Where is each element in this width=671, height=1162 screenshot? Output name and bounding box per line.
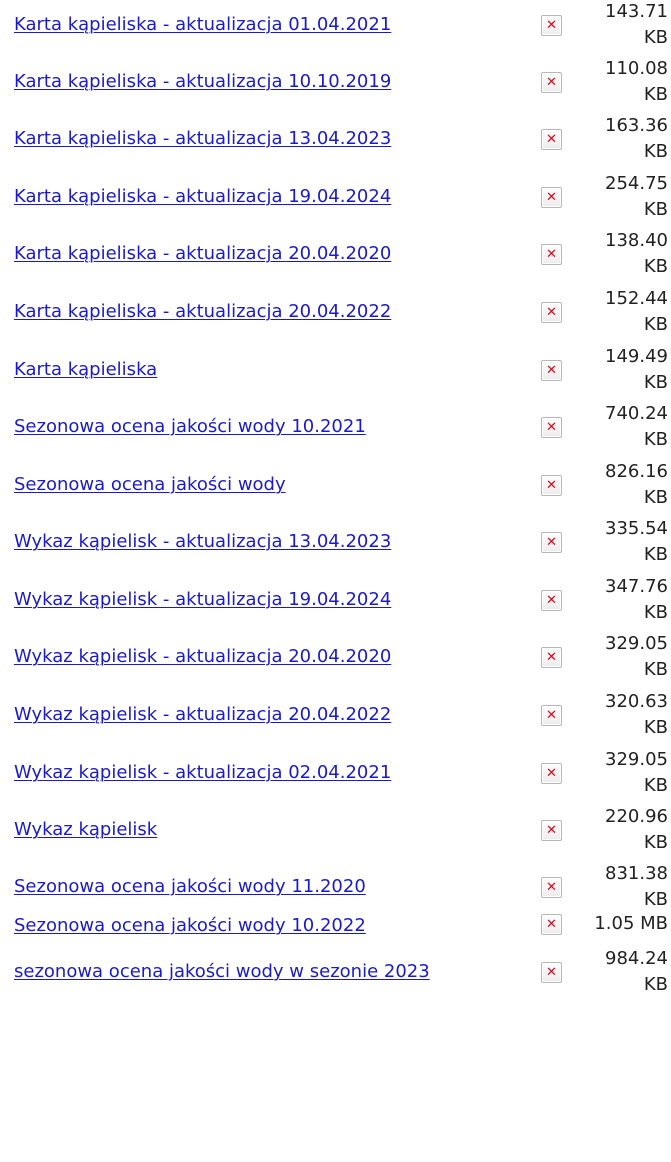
file-size: 254.75 KB xyxy=(605,173,668,220)
broken-image-icon[interactable]: ✕ xyxy=(541,705,562,726)
broken-image-icon[interactable]: ✕ xyxy=(541,647,562,668)
attachment-row: Karta kąpieliska - aktualizacja 20.04.20… xyxy=(0,287,671,345)
attachment-link[interactable]: Karta kąpieliska - aktualizacja 20.04.20… xyxy=(14,242,391,266)
attachment-row: sezonowa ocena jakości wody w sezonie 20… xyxy=(0,947,671,1007)
file-size: 143.71 KB xyxy=(605,1,668,48)
broken-image-icon[interactable]: ✕ xyxy=(541,763,562,784)
file-size: 220.96 KB xyxy=(605,806,668,853)
broken-image-icon[interactable]: ✕ xyxy=(541,820,562,841)
file-size: 329.05 KB xyxy=(605,633,668,680)
attachment-row: Wykaz kąpielisk - aktualizacja 20.04.202… xyxy=(0,632,671,690)
attachment-link[interactable]: Wykaz kąpielisk xyxy=(14,818,157,842)
attachment-link[interactable]: Wykaz kąpielisk - aktualizacja 20.04.202… xyxy=(14,645,391,669)
attachment-list: Karta kąpieliska - aktualizacja 01.04.20… xyxy=(0,0,671,1007)
attachment-row: Karta kąpieliska ✕ 149.49 KB xyxy=(0,345,671,402)
file-size: 149.49 KB xyxy=(605,346,668,393)
attachment-row: Karta kąpieliska - aktualizacja 01.04.20… xyxy=(0,0,671,57)
file-size: 163.36 KB xyxy=(605,115,668,162)
broken-image-icon[interactable]: ✕ xyxy=(541,475,562,496)
attachment-link[interactable]: Wykaz kąpielisk - aktualizacja 13.04.202… xyxy=(14,530,391,554)
attachment-link[interactable]: Sezonowa ocena jakości wody 10.2021 xyxy=(14,415,366,439)
broken-image-icon[interactable]: ✕ xyxy=(541,15,562,36)
attachment-row: Wykaz kąpielisk - aktualizacja 13.04.202… xyxy=(0,517,671,575)
attachment-row: Sezonowa ocena jakości wody ✕ 826.16 KB xyxy=(0,460,671,517)
attachment-link[interactable]: sezonowa ocena jakości wody w sezonie 20… xyxy=(14,960,430,984)
broken-image-icon[interactable]: ✕ xyxy=(541,244,562,265)
attachment-link[interactable]: Wykaz kąpielisk - aktualizacja 02.04.202… xyxy=(14,761,391,785)
attachment-row: Karta kąpieliska - aktualizacja 19.04.20… xyxy=(0,172,671,229)
file-size: 320.63 KB xyxy=(605,691,668,738)
file-size: 740.24 KB xyxy=(605,403,668,450)
attachment-link[interactable]: Karta kąpieliska - aktualizacja 20.04.20… xyxy=(14,300,391,324)
broken-image-icon[interactable]: ✕ xyxy=(541,590,562,611)
broken-image-icon[interactable]: ✕ xyxy=(541,877,562,898)
file-size: 831.38 KB xyxy=(605,863,668,910)
broken-image-icon[interactable]: ✕ xyxy=(541,360,562,381)
attachment-link[interactable]: Wykaz kąpielisk - aktualizacja 20.04.202… xyxy=(14,703,391,727)
attachment-row: Wykaz kąpielisk - aktualizacja 20.04.202… xyxy=(0,690,671,748)
attachment-row: Wykaz kąpielisk - aktualizacja 19.04.202… xyxy=(0,575,671,632)
attachment-row: Wykaz kąpielisk ✕ 220.96 KB xyxy=(0,805,671,862)
attachment-row: Karta kąpieliska - aktualizacja 20.04.20… xyxy=(0,229,671,287)
attachment-link[interactable]: Sezonowa ocena jakości wody xyxy=(14,473,286,497)
file-size: 152.44 KB xyxy=(605,288,668,335)
broken-image-icon[interactable]: ✕ xyxy=(541,187,562,208)
attachment-row: Sezonowa ocena jakości wody 10.2021 ✕ 74… xyxy=(0,402,671,460)
attachment-link[interactable]: Karta kąpieliska - aktualizacja 13.04.20… xyxy=(14,127,391,151)
file-size: 347.76 KB xyxy=(605,576,668,623)
broken-image-icon[interactable]: ✕ xyxy=(541,914,562,935)
broken-image-icon[interactable]: ✕ xyxy=(541,129,562,150)
file-size: 110.08 KB xyxy=(605,58,668,105)
attachment-link[interactable]: Sezonowa ocena jakości wody 11.2020 xyxy=(14,875,366,899)
attachment-row: Sezonowa ocena jakości wody 11.2020 ✕ 83… xyxy=(0,862,671,910)
attachment-link[interactable]: Sezonowa ocena jakości wody 10.2022 xyxy=(14,914,366,938)
file-size: 1.05 MB xyxy=(594,913,668,934)
attachment-row: Karta kąpieliska - aktualizacja 10.10.20… xyxy=(0,57,671,114)
broken-image-icon[interactable]: ✕ xyxy=(541,532,562,553)
attachment-row: Wykaz kąpielisk - aktualizacja 02.04.202… xyxy=(0,748,671,805)
broken-image-icon[interactable]: ✕ xyxy=(541,302,562,323)
file-size: 826.16 KB xyxy=(605,461,668,508)
broken-image-icon[interactable]: ✕ xyxy=(541,72,562,93)
file-size: 984.24 KB xyxy=(605,948,668,995)
attachment-link[interactable]: Karta kąpieliska - aktualizacja 01.04.20… xyxy=(14,13,391,37)
attachment-link[interactable]: Karta kąpieliska - aktualizacja 19.04.20… xyxy=(14,185,391,209)
broken-image-icon[interactable]: ✕ xyxy=(541,417,562,438)
attachment-link[interactable]: Wykaz kąpielisk - aktualizacja 19.04.202… xyxy=(14,588,391,612)
attachment-link[interactable]: Karta kąpieliska xyxy=(14,358,157,382)
file-size: 329.05 KB xyxy=(605,749,668,796)
attachment-link[interactable]: Karta kąpieliska - aktualizacja 10.10.20… xyxy=(14,70,391,94)
attachment-row: Karta kąpieliska - aktualizacja 13.04.20… xyxy=(0,114,671,172)
file-size: 335.54 KB xyxy=(605,518,668,565)
attachment-row: Sezonowa ocena jakości wody 10.2022 ✕ 1.… xyxy=(0,909,671,947)
broken-image-icon[interactable]: ✕ xyxy=(541,962,562,983)
file-size: 138.40 KB xyxy=(605,230,668,277)
